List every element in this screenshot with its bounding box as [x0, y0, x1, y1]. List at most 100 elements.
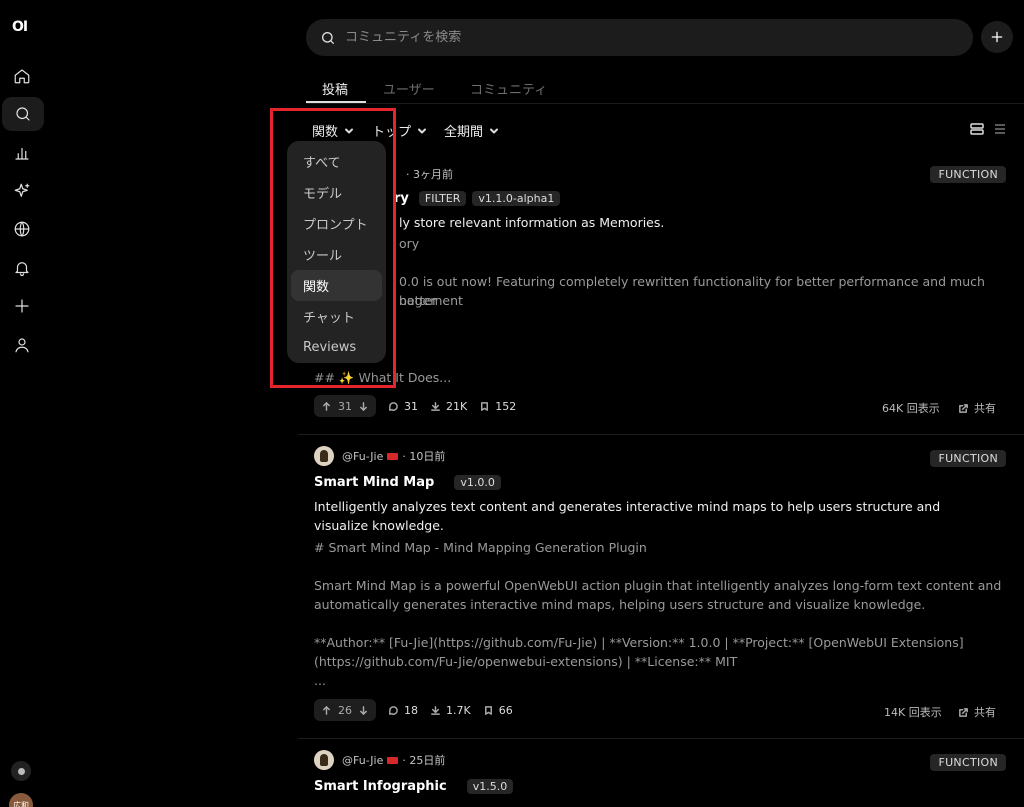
bell-icon[interactable] [0, 251, 44, 285]
share-icon [959, 707, 968, 717]
post-time: · 3ヶ月前 [406, 168, 453, 181]
comment-icon [389, 705, 398, 715]
bookmark-icon [481, 401, 489, 411]
home-icon[interactable] [0, 59, 44, 93]
search-icon[interactable] [2, 97, 44, 131]
downloads-stat: 1.7K [430, 704, 471, 717]
download-count: 1.7K [446, 703, 471, 717]
comment-icon [389, 401, 398, 411]
author-avatar[interactable] [314, 750, 334, 770]
post-stats: 26 18 1.7K 66 [314, 699, 525, 721]
tab-community[interactable]: コミュニティ [470, 79, 547, 98]
post-body-ellipsis: ... [314, 673, 326, 688]
saves-stat[interactable]: 66 [483, 704, 513, 717]
post-body: Smart Mind Map is a powerful OpenWebUI a… [314, 578, 1002, 612]
save-count: 152 [495, 399, 517, 413]
post-meta: @Fu-Jie · 10日前 [314, 446, 445, 466]
flag-icon [387, 452, 399, 460]
post-title-text[interactable]: Smart Infographic [314, 779, 447, 794]
card-divider [298, 738, 1024, 739]
post-description: ly store relevant information as Memorie… [399, 215, 665, 230]
comments-stat[interactable]: 31 [388, 400, 418, 413]
bookmark-icon [484, 705, 492, 715]
app-logo[interactable]: OI [12, 19, 28, 35]
vote-count: 26 [338, 703, 352, 717]
post-time: · 25日前 [402, 754, 446, 767]
upvote-icon[interactable] [321, 401, 332, 412]
author-avatar[interactable] [314, 446, 334, 466]
vote-control: 31 [314, 395, 376, 417]
flag-icon [387, 756, 399, 764]
vote-count: 31 [338, 399, 352, 413]
tab-posts[interactable]: 投稿 [322, 79, 348, 98]
comments-stat[interactable]: 18 [388, 704, 418, 717]
user-icon[interactable] [0, 328, 44, 362]
chevron-down-icon [490, 128, 499, 133]
downvote-icon[interactable] [358, 401, 369, 412]
version-tag: v1.5.0 [466, 779, 514, 794]
post-title: Smart Infographic v1.5.0 [314, 779, 514, 794]
comment-count: 31 [404, 399, 418, 413]
share-label: 共有 [974, 402, 996, 415]
period-filter[interactable]: 全期間 [444, 121, 499, 140]
post-card[interactable]: · 3ヶ月前 FUNCTION ry FILTER v1.1.0-alpha1 … [306, 160, 1006, 430]
post-title: Smart Mind Map v1.0.0 [314, 475, 501, 490]
status-indicator[interactable] [11, 761, 31, 781]
chart-icon[interactable] [0, 136, 44, 170]
type-badge: FUNCTION [930, 166, 1006, 183]
saves-stat[interactable]: 152 [479, 400, 516, 413]
card-view-icon[interactable] [970, 122, 984, 136]
chevron-down-icon [418, 128, 427, 133]
author-name[interactable]: @Fu-Jie [342, 754, 383, 767]
post-stats: 31 31 21K 152 [314, 395, 528, 417]
download-count: 21K [446, 399, 468, 413]
highlight-box [270, 108, 396, 388]
downloads-stat: 21K [430, 400, 467, 413]
card-divider [298, 434, 1024, 435]
create-button[interactable] [981, 21, 1013, 53]
post-title-text: ry [394, 191, 409, 206]
post-body: **Author:** [Fu-Jie](https://github.com/… [314, 635, 964, 669]
plus-icon[interactable] [0, 289, 44, 323]
avatar[interactable]: 広和 [9, 793, 33, 807]
post-title-text[interactable]: Smart Mind Map [314, 475, 434, 490]
post-description: Intelligently analyzes text content and … [314, 499, 941, 533]
download-icon [431, 705, 440, 715]
post-meta: · 3ヶ月前 [406, 166, 453, 182]
post-card[interactable]: @Fu-Jie · 10日前 FUNCTION Smart Mind Map v… [306, 444, 1006, 734]
post-body: ory [399, 236, 420, 251]
tab-users[interactable]: ユーザー [383, 79, 435, 98]
post-body-heading: # Smart Mind Map - Mind Mapping Generati… [314, 540, 647, 555]
post-meta: @Fu-Jie · 25日前 [314, 750, 445, 770]
sidebar: OI 広和 [0, 0, 44, 807]
plus-icon [991, 31, 1003, 43]
post-title: ry FILTER v1.1.0-alpha1 [394, 191, 561, 206]
downvote-icon[interactable] [358, 705, 369, 716]
type-badge: FUNCTION [930, 754, 1006, 771]
search-icon [322, 31, 334, 44]
share-label: 共有 [974, 706, 996, 719]
version-tag: v1.1.0-alpha1 [472, 191, 561, 206]
author-name[interactable]: @Fu-Jie [342, 450, 383, 463]
version-tag: v1.0.0 [454, 475, 501, 490]
type-badge: FUNCTION [930, 450, 1006, 467]
share-button[interactable]: 共有 [958, 400, 996, 416]
share-button[interactable]: 共有 [958, 704, 996, 720]
views-stat: 64K 回表示 [882, 402, 940, 415]
share-icon [959, 403, 968, 413]
tab-divider [306, 103, 1024, 104]
post-card[interactable]: @Fu-Jie · 25日前 FUNCTION Smart Infographi… [306, 748, 1006, 807]
type-tag: FILTER [418, 191, 467, 206]
comment-count: 18 [404, 703, 418, 717]
post-body: nagement [399, 293, 463, 308]
sparkle-icon[interactable] [0, 174, 44, 208]
download-icon [431, 401, 440, 411]
search-input[interactable] [345, 30, 945, 45]
search-bar [306, 19, 973, 56]
globe-icon[interactable] [0, 212, 44, 246]
upvote-icon[interactable] [321, 705, 332, 716]
save-count: 66 [498, 703, 513, 717]
views-stat: 14K 回表示 [884, 706, 942, 719]
post-time: · 10日前 [402, 450, 446, 463]
list-view-icon[interactable] [993, 122, 1007, 136]
